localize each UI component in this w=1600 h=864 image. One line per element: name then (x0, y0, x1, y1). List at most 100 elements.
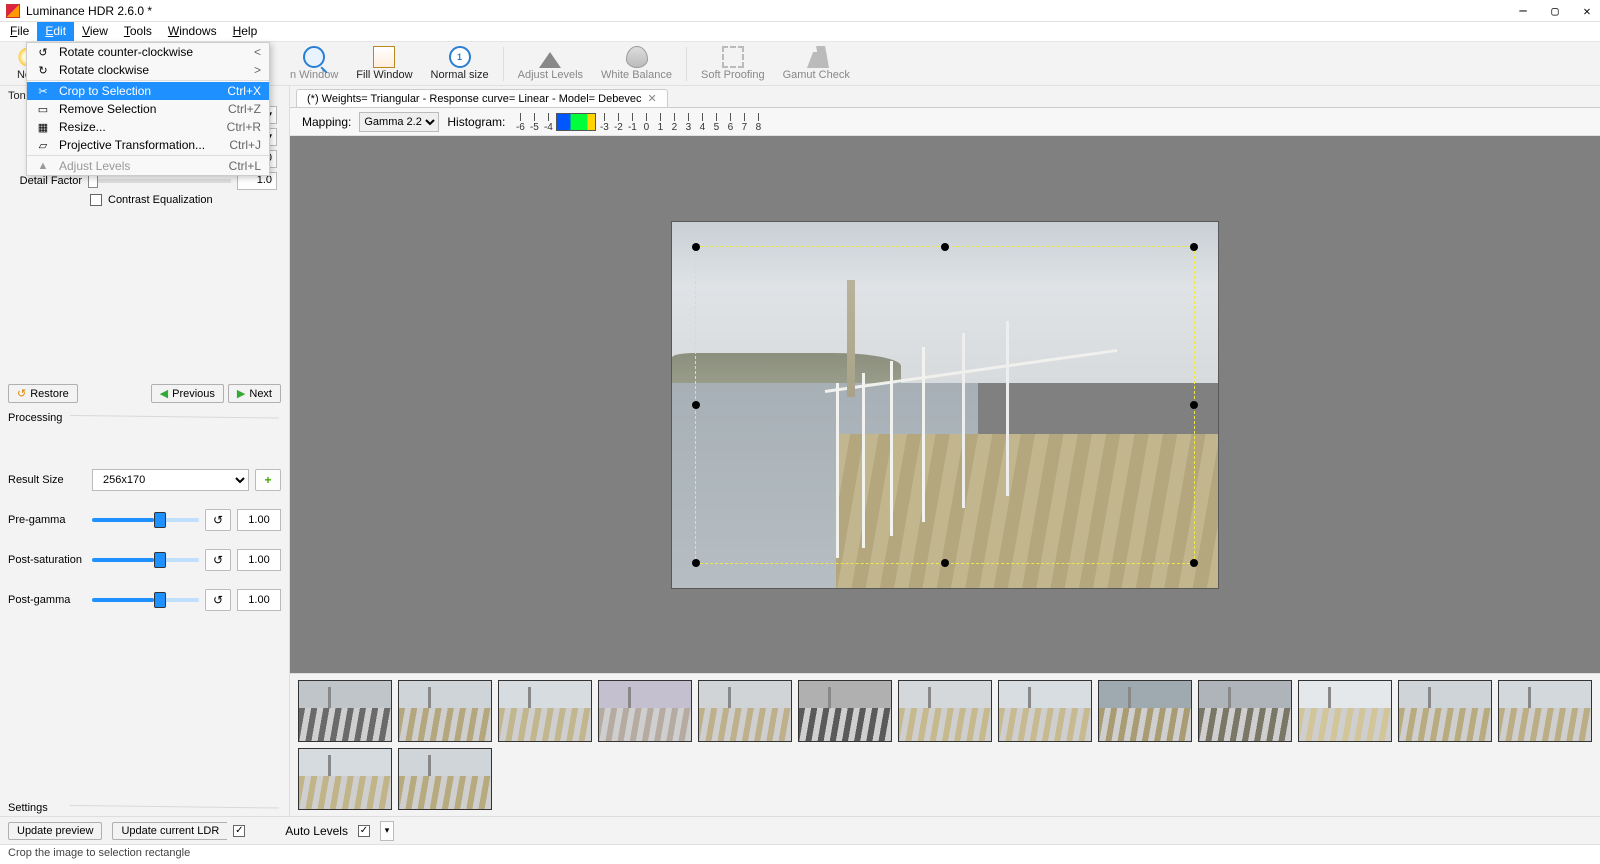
menuitem-label: Adjust Levels (59, 159, 221, 173)
pregamma-reset[interactable]: ↺ (205, 509, 231, 531)
white-balance-icon (626, 46, 648, 68)
menuitem-rotate-ccw[interactable]: ↺ Rotate counter-clockwise < (27, 43, 269, 61)
menuitem-resize[interactable]: ▦ Resize... Ctrl+R (27, 118, 269, 136)
preview-thumbnail[interactable] (1198, 680, 1292, 742)
projective-icon: ▱ (35, 137, 51, 153)
preview-thumbnail[interactable] (898, 680, 992, 742)
toolbar-white-balance[interactable]: White Balance (593, 42, 680, 86)
soft-proofing-icon (722, 46, 744, 68)
postgamma-slider[interactable] (92, 598, 199, 602)
histogram-tick: 6 (723, 122, 737, 133)
update-ldr-checkbox[interactable] (233, 825, 245, 837)
result-size-select[interactable]: 256x170 (92, 469, 249, 491)
toolbar-adjust-levels[interactable]: Adjust Levels (510, 42, 591, 86)
histogram-tick: 1 (653, 122, 667, 133)
minimize-button[interactable]: ─ (1516, 4, 1530, 18)
crop-handle-tl[interactable] (692, 243, 700, 251)
image-canvas[interactable] (290, 136, 1600, 673)
postsat-value[interactable] (237, 549, 281, 571)
crop-selection[interactable] (695, 246, 1195, 564)
menu-tools[interactable]: Tools (116, 22, 160, 41)
preview-thumbnail[interactable] (298, 680, 392, 742)
menuitem-shortcut: Ctrl+Z (228, 102, 261, 116)
menu-help[interactable]: Help (225, 22, 266, 41)
preview-thumbnail[interactable] (1498, 680, 1592, 742)
crop-handle-bm[interactable] (941, 559, 949, 567)
histogram-box[interactable] (556, 113, 596, 131)
crop-handle-bl[interactable] (692, 559, 700, 567)
next-button[interactable]: ▶Next (228, 384, 281, 403)
preview-thumbnail[interactable] (298, 748, 392, 810)
preview-thumbnail[interactable] (1398, 680, 1492, 742)
crop-handle-tm[interactable] (941, 243, 949, 251)
menuitem-label: Resize... (59, 120, 219, 134)
menu-view[interactable]: View (74, 22, 116, 41)
postgamma-reset[interactable]: ↺ (205, 589, 231, 611)
preview-thumbnail[interactable] (698, 680, 792, 742)
menuitem-shortcut: > (254, 63, 261, 77)
menuitem-rotate-cw[interactable]: ↻ Rotate clockwise > (27, 61, 269, 79)
gamut-check-icon (803, 46, 829, 68)
menuitem-adjust-levels[interactable]: ▲ Adjust Levels Ctrl+L (27, 157, 269, 175)
histogram[interactable]: -6-5-4-3-2-1012345678 (513, 111, 765, 133)
histogram-tick: -6 (513, 122, 527, 133)
fit-icon (373, 46, 395, 68)
menu-file[interactable]: File (2, 22, 37, 41)
preview-thumbnail[interactable] (1098, 680, 1192, 742)
crop-handle-ml[interactable] (692, 401, 700, 409)
postsat-slider[interactable] (92, 558, 199, 562)
menuitem-shortcut: < (254, 45, 261, 59)
postsat-reset[interactable]: ↺ (205, 549, 231, 571)
preview-thumbnail[interactable] (398, 748, 492, 810)
image-tab[interactable]: (*) Weights= Triangular - Response curve… (296, 89, 668, 107)
detail-factor-label: Detail Factor (8, 175, 82, 187)
update-current-ldr-button[interactable]: Update current LDR (112, 822, 227, 840)
maximize-button[interactable]: ▢ (1548, 4, 1562, 18)
pregamma-label: Pre-gamma (8, 514, 86, 526)
toolbar-fill-window[interactable]: Fill Window (348, 42, 420, 86)
pregamma-slider[interactable] (92, 518, 199, 522)
tab-label: (*) Weights= Triangular - Response curve… (307, 93, 642, 105)
auto-levels-dropdown[interactable]: ▾ (380, 821, 394, 841)
update-preview-button[interactable]: Update preview (8, 822, 102, 840)
edit-dropdown: ↺ Rotate counter-clockwise < ↻ Rotate cl… (26, 42, 270, 176)
crop-handle-tr[interactable] (1190, 243, 1198, 251)
menuitem-label: Crop to Selection (59, 84, 219, 98)
auto-levels-checkbox[interactable] (358, 825, 370, 837)
toolbar-normal-size[interactable]: Normal size (423, 42, 497, 86)
toolbar-n-window[interactable]: n Window (282, 42, 346, 86)
preview-thumbnail[interactable] (598, 680, 692, 742)
menuitem-label: Projective Transformation... (59, 138, 221, 152)
menuitem-crop-to-selection[interactable]: ✂ Crop to Selection Ctrl+X (27, 82, 269, 100)
add-size-button[interactable]: + (255, 469, 281, 491)
menu-windows[interactable]: Windows (160, 22, 225, 41)
mapping-select[interactable]: Gamma 2.2 (359, 112, 439, 132)
histogram-tick: 5 (709, 122, 723, 133)
menuitem-remove-selection[interactable]: ▭ Remove Selection Ctrl+Z (27, 100, 269, 118)
toolbar-soft-proofing[interactable]: Soft Proofing (693, 42, 773, 86)
crop-handle-mr[interactable] (1190, 401, 1198, 409)
menu-edit[interactable]: Edit (37, 22, 74, 41)
contrast-eq-checkbox[interactable] (90, 194, 102, 206)
menuitem-shortcut: Ctrl+R (227, 120, 261, 134)
menuitem-projective-transformation[interactable]: ▱ Projective Transformation... Ctrl+J (27, 136, 269, 154)
pregamma-value[interactable] (237, 509, 281, 531)
histogram-tick: 4 (695, 122, 709, 133)
preview-thumbnail[interactable] (498, 680, 592, 742)
resize-icon: ▦ (35, 119, 51, 135)
preview-thumbnail[interactable] (1298, 680, 1392, 742)
previous-button[interactable]: ◀Previous (151, 384, 224, 403)
preview-thumbnail[interactable] (398, 680, 492, 742)
close-button[interactable]: ✕ (1580, 4, 1594, 18)
adjust-levels-icon (539, 46, 561, 68)
restore-button[interactable]: ↺Restore (8, 384, 78, 403)
close-tab-icon[interactable]: ✕ (648, 92, 657, 105)
menuitem-shortcut: Ctrl+J (229, 138, 261, 152)
preview-thumbnail[interactable] (998, 680, 1092, 742)
crop-handle-br[interactable] (1190, 559, 1198, 567)
detail-factor-slider[interactable] (88, 179, 231, 183)
app-icon (6, 4, 20, 18)
postgamma-value[interactable] (237, 589, 281, 611)
menuitem-shortcut: Ctrl+X (227, 84, 261, 98)
preview-thumbnail[interactable] (798, 680, 892, 742)
